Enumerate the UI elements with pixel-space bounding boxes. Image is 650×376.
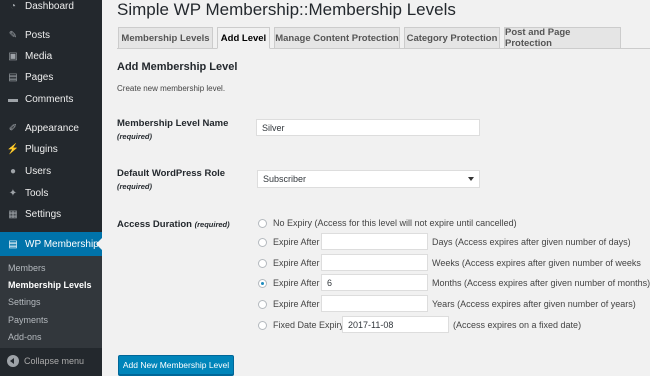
expire-after-weeks-label: Expire After <box>273 258 320 268</box>
pages-icon: ▤ <box>8 72 18 83</box>
no-expiry-label: No Expiry (Access for this level will no… <box>273 218 517 228</box>
option-expire-months[interactable]: Expire After <box>258 275 320 291</box>
menu-dashboard-label: Dashboard <box>25 1 74 12</box>
membership-icon: ▤ <box>8 238 18 250</box>
admin-sidebar: ◔ Dashboard ✎ Posts ▣ Media ▤ Pages ▬ Co… <box>0 0 102 376</box>
menu-comments-label: Comments <box>25 94 74 105</box>
option-fixed-date[interactable]: Fixed Date Expiry <box>258 317 344 333</box>
menu-wp-membership-label: WP Membership <box>25 238 99 250</box>
dropdown-arrow-icon <box>468 177 474 181</box>
menu-tools-label: Tools <box>25 188 49 199</box>
days-input[interactable] <box>321 233 428 250</box>
fixed-date-description: (Access expires on a fixed date) <box>453 320 582 330</box>
expire-after-months-label: Expire After <box>273 278 320 288</box>
option-no-expiry[interactable]: No Expiry (Access for this level will no… <box>258 215 517 231</box>
menu-pages[interactable]: ▤ Pages <box>0 67 102 88</box>
menu-comments[interactable]: ▬ Comments <box>0 89 102 110</box>
option-expire-years[interactable]: Expire After <box>258 296 320 312</box>
submenu-add-ons[interactable]: Add-ons <box>8 332 42 342</box>
option-expire-weeks[interactable]: Expire After <box>258 255 320 271</box>
section-description: Create new membership level. <box>117 84 226 93</box>
menu-posts-label: Posts <box>25 30 51 41</box>
weeks-description: Weeks (Access expires after given number… <box>432 258 641 268</box>
fixed-date-label: Fixed Date Expiry <box>273 320 345 330</box>
submenu-membership-levels[interactable]: Membership Levels <box>8 280 92 290</box>
radio-no-expiry[interactable] <box>258 218 267 228</box>
dashboard-icon: ◔ <box>9 1 17 12</box>
menu-plugins-label: Plugins <box>25 144 58 155</box>
collapse-menu-label: Collapse menu <box>24 356 85 366</box>
level-name-input[interactable]: Silver <box>256 119 480 136</box>
menu-settings-label: Settings <box>25 209 62 220</box>
role-select[interactable]: Subscriber <box>257 170 480 188</box>
menu-media-label: Media <box>25 51 53 62</box>
months-input[interactable]: 6 <box>321 274 428 291</box>
active-menu-arrow <box>96 238 102 250</box>
collapse-menu-button[interactable]: Collapse menu <box>0 352 102 370</box>
tab-post-page-protection[interactable]: Post and Page Protection <box>504 27 621 49</box>
years-description: Years (Access expires after given number… <box>432 299 636 309</box>
menu-users[interactable]: ● Users <box>0 161 102 182</box>
radio-expire-weeks[interactable] <box>258 258 267 268</box>
radio-expire-months[interactable] <box>258 278 267 288</box>
role-required: (required) <box>117 182 153 191</box>
submenu-payments[interactable]: Payments <box>8 315 48 325</box>
tab-add-level[interactable]: Add Level <box>217 27 270 49</box>
expire-after-days-label: Expire After <box>273 237 320 247</box>
radio-expire-years[interactable] <box>258 299 267 309</box>
pushpin-icon: ✎ <box>8 30 18 41</box>
page-title: Simple WP Membership::Membership Levels <box>117 0 456 19</box>
duration-label-text: Access Duration <box>117 219 192 230</box>
duration-label: Access Duration (required) <box>117 219 230 230</box>
menu-users-label: Users <box>25 166 52 177</box>
wrench-icon: ✦ <box>8 188 18 199</box>
menu-media[interactable]: ▣ Media <box>0 46 102 67</box>
menu-appearance-label: Appearance <box>25 123 79 134</box>
wp-membership-submenu: Members Membership Levels Settings Payme… <box>0 256 102 348</box>
expire-after-years-label: Expire After <box>273 299 320 309</box>
tab-membership-levels[interactable]: Membership Levels <box>118 27 213 49</box>
menu-appearance[interactable]: ✐ Appearance <box>0 118 102 139</box>
tab-manage-content-protection[interactable]: Manage Content Protection <box>274 27 400 49</box>
years-input[interactable] <box>321 295 428 312</box>
submenu-members[interactable]: Members <box>8 263 46 273</box>
media-icon: ▣ <box>8 51 18 62</box>
settings-icon: ▦ <box>8 209 18 220</box>
radio-expire-days[interactable] <box>258 237 267 247</box>
role-label: Default WordPress Role <box>117 168 226 179</box>
section-heading: Add Membership Level <box>117 61 238 73</box>
menu-posts[interactable]: ✎ Posts <box>0 25 102 46</box>
plug-icon: ⚡ <box>6 144 20 155</box>
menu-settings[interactable]: ▦ Settings <box>0 204 102 225</box>
level-name-label: Membership Level Name <box>117 118 229 129</box>
comments-icon: ▬ <box>8 94 18 105</box>
menu-wp-membership[interactable]: ▤ WP Membership <box>0 232 102 256</box>
level-name-required: (required) <box>117 132 153 141</box>
menu-dashboard[interactable]: ◔ Dashboard <box>0 0 102 17</box>
menu-tools[interactable]: ✦ Tools <box>0 183 102 204</box>
role-select-value: Subscriber <box>263 174 307 184</box>
fixed-date-input[interactable]: 2017-11-08 <box>342 316 449 333</box>
menu-pages-label: Pages <box>25 72 54 83</box>
days-description: Days (Access expires after given number … <box>432 237 631 247</box>
user-icon: ● <box>9 166 17 177</box>
option-expire-days[interactable]: Expire After <box>258 234 320 250</box>
submenu-settings[interactable]: Settings <box>8 297 41 307</box>
weeks-input[interactable] <box>321 254 428 271</box>
collapse-icon <box>7 355 19 367</box>
radio-fixed-date[interactable] <box>258 320 267 330</box>
menu-plugins[interactable]: ⚡ Plugins <box>0 139 102 160</box>
add-membership-level-button[interactable]: Add New Membership Level <box>118 355 234 375</box>
months-description: Months (Access expires after given numbe… <box>432 278 650 288</box>
duration-required: (required) <box>194 220 230 229</box>
tab-category-protection[interactable]: Category Protection <box>404 27 500 49</box>
paintbrush-icon: ✐ <box>8 123 18 134</box>
